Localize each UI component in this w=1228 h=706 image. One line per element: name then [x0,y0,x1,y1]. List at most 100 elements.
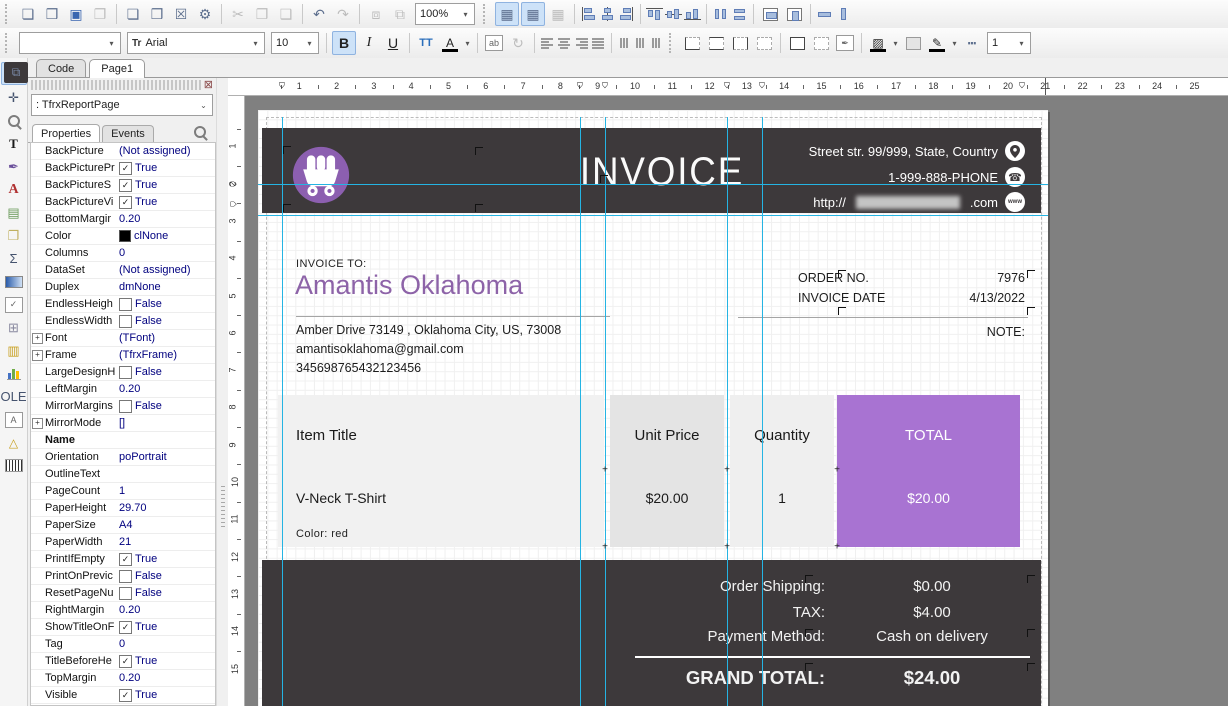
selection-handle[interactable]: + [602,542,608,553]
property-value[interactable]: 0 [119,247,215,259]
t ax-label[interactable]: TAX: [542,604,825,621]
shape-tool[interactable]: △ [2,432,26,453]
selection-handle[interactable] [475,204,483,212]
same-width-icon[interactable] [816,7,833,21]
item-title-column[interactable] [278,395,604,547]
property-row[interactable]: PrintIfEmpty✓True [31,551,215,568]
toolbar-grip[interactable] [669,33,675,53]
text-align-center-icon[interactable] [557,36,572,50]
selection-handle[interactable] [283,204,291,212]
property-row[interactable]: TitleBeforeHe✓True [31,653,215,670]
font-settings-icon[interactable]: TT [415,32,437,54]
company-address-row[interactable]: Street str. 99/999, State, Country [809,141,1025,161]
text-align-right-icon[interactable] [574,36,589,50]
property-row[interactable]: PaperWidth21 [31,534,215,551]
property-row[interactable]: ShowTitleOnF✓True [31,619,215,636]
property-value[interactable]: False [119,400,215,413]
property-value[interactable]: (TfrxFrame) [119,349,215,361]
frame-left-right-icon[interactable] [729,32,751,54]
align-h-centers-icon[interactable] [599,7,616,21]
guide-marker[interactable]: ⌂ [724,79,731,91]
property-row[interactable]: ColorclNone [31,228,215,245]
frame-text-tool[interactable]: A [2,409,26,430]
guide-marker[interactable]: ⌂ [228,201,239,208]
line-color-icon[interactable]: ✎ [926,32,948,54]
text-align-bottom-icon[interactable] [649,36,663,50]
open-report-icon[interactable]: ❒ [41,3,63,25]
invoice-to-label[interactable]: INVOICE TO: [296,258,367,270]
tax-value[interactable]: $4.00 [842,604,1022,621]
expand-icon[interactable]: + [32,333,43,344]
checkbox[interactable]: ✓ [119,621,132,634]
property-value[interactable]: poPortrait [119,451,215,463]
invoice-date-value[interactable]: 4/13/2022 [858,291,1025,305]
checkbox[interactable] [119,400,132,413]
italic-icon[interactable]: I [358,32,380,54]
align-right-edges-icon[interactable] [618,7,635,21]
grand-total-label[interactable]: GRAND TOTAL: [542,667,825,689]
checkbox[interactable] [119,366,132,379]
delete-page-icon[interactable]: ☒ [170,3,192,25]
property-value[interactable]: 29.70 [119,502,215,514]
item-name-cell[interactable]: V-Neck T-Shirt [296,490,386,506]
unit-price-cell[interactable]: $20.00 [610,490,724,506]
center-h-in-band-icon[interactable] [759,3,781,25]
property-row[interactable]: MirrorMarginsFalse [31,398,215,415]
text-editor-tool[interactable]: T [2,133,26,154]
toolbar-grip[interactable] [483,4,489,24]
checkbox[interactable]: ✓ [119,162,132,175]
selection-handle[interactable] [805,663,813,671]
property-grid[interactable]: BackPicture(Not assigned)BackPicturePr✓T… [30,142,216,706]
crosstab-tool[interactable]: ⊞ [2,317,26,338]
picture-tool[interactable]: ▤ [2,202,26,223]
frame-all-icon[interactable] [786,32,808,54]
sum-tool[interactable]: Σ [2,248,26,269]
new-dialog-icon[interactable]: ❒ [146,3,168,25]
expand-icon[interactable]: + [32,418,43,429]
undo-icon[interactable]: ↶ [308,3,330,25]
checkbox[interactable]: ✓ [119,179,132,192]
font-size-select[interactable]: 10 ▾ [271,32,319,54]
guide-marker[interactable]: ⌂ [1019,79,1026,91]
selection-handle[interactable]: + [724,465,730,476]
property-row[interactable]: BackPictureVi✓True [31,194,215,211]
property-value[interactable]: ✓True [119,196,215,209]
property-value[interactable]: (Not assigned) [119,145,215,157]
property-value[interactable]: 21 [119,536,215,548]
panel-drag-handle[interactable]: ⊠ [31,80,213,90]
property-row[interactable]: +MirrorMode[] [31,415,215,432]
property-value[interactable]: ✓True [119,553,215,566]
frame-top-bottom-icon[interactable] [705,32,727,54]
property-row[interactable]: LargeDesignHFalse [31,364,215,381]
col-header-quantity[interactable]: Quantity [730,427,834,444]
expand-icon[interactable]: + [32,350,43,361]
property-row[interactable]: ResetPageNuFalse [31,585,215,602]
page-settings-icon[interactable]: ⚙ [194,3,216,25]
fill-color-icon[interactable]: ▨ [867,32,889,54]
selection-handle[interactable] [1027,629,1035,637]
dropdown-caret-icon[interactable]: ▾ [891,32,900,54]
customer-email[interactable]: amantisoklahoma@gmail.com [296,342,464,356]
selection-handle[interactable]: + [834,542,840,553]
report-page[interactable]: INVOICE Street str. 99/999, State, Count… [258,110,1048,706]
property-value[interactable]: False [119,366,215,379]
col-header-unit-price[interactable]: Unit Price [610,427,724,444]
vertical-guide-line[interactable] [727,117,728,706]
property-row[interactable]: Tag0 [31,636,215,653]
format-painter-tool[interactable]: ✒ [2,156,26,177]
shipping-value[interactable]: $0.00 [842,578,1022,595]
guide-marker[interactable]: ⌂ [602,79,609,91]
vertical-guide-line[interactable] [605,117,606,706]
selection-handle[interactable] [1027,307,1035,315]
frame-outer-icon[interactable] [810,32,832,54]
gradient-tool[interactable] [2,271,26,292]
checkbox[interactable]: ✓ [119,553,132,566]
selection-handle[interactable] [1027,575,1035,583]
property-value[interactable]: 0.20 [119,383,215,395]
property-row[interactable]: DataSet(Not assigned) [31,262,215,279]
subreport-tool[interactable]: ❐ [2,225,26,246]
payment-method-value[interactable]: Cash on delivery [842,628,1022,645]
selection-handle[interactable] [475,147,483,155]
text-align-left-icon[interactable] [540,36,555,50]
selection-handle[interactable]: + [834,465,840,476]
